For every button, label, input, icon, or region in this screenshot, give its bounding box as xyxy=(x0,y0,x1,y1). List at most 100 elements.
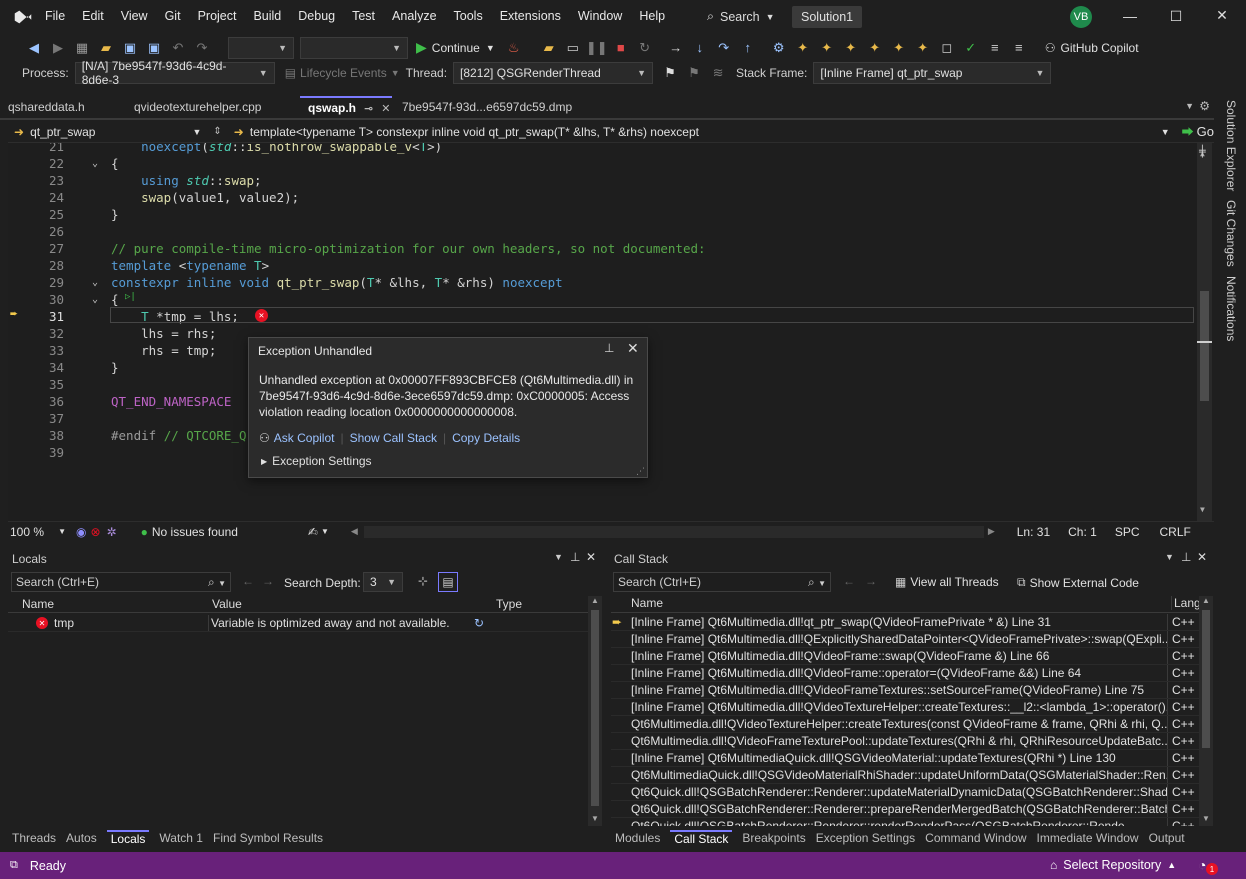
menu-edit[interactable]: Edit xyxy=(82,9,104,23)
notifications-bell-icon[interactable]: ◔ 1 xyxy=(1198,857,1218,875)
table-row[interactable]: [Inline Frame] Qt6Multimedia.dll!QVideoT… xyxy=(611,699,1199,716)
indent-mode[interactable]: SPC xyxy=(1115,525,1140,539)
table-row[interactable]: Qt6Quick.dll!QSGBatchRenderer::Renderer:… xyxy=(611,801,1199,818)
resize-grip-icon[interactable]: ⋰ xyxy=(636,466,645,477)
code-line[interactable]: 30 ⌄ { xyxy=(8,291,1198,308)
parallel-stacks-icon[interactable]: ✦ xyxy=(866,39,884,57)
memory-icon[interactable]: ✦ xyxy=(818,39,836,57)
watch-icon[interactable]: ✦ xyxy=(890,39,908,57)
avatar[interactable]: VB xyxy=(1070,6,1092,28)
tab-call-stack[interactable]: Call Stack xyxy=(670,830,733,846)
code-line[interactable]: 25} xyxy=(8,206,1198,223)
lifecycle-events-button[interactable]: ▤ Lifecycle Events ▼ xyxy=(285,66,400,80)
pause-icon[interactable]: ❚❚ xyxy=(586,39,608,57)
forward-icon[interactable]: ▶ xyxy=(49,39,67,57)
threads-toggle-icon[interactable]: ≋ xyxy=(709,64,727,82)
refresh-icon[interactable]: ↻ xyxy=(474,615,484,631)
locals-search-input[interactable]: Search (Ctrl+E) ⌕ ▼ xyxy=(11,572,231,592)
tab-autos[interactable]: Autos xyxy=(66,831,97,845)
line-number[interactable]: Ln: 31 xyxy=(1017,525,1050,539)
tab-modules[interactable]: Modules xyxy=(615,831,660,845)
show-next-statement-icon[interactable]: → xyxy=(667,39,685,57)
pin-icon[interactable]: ⊥ xyxy=(1181,550,1191,564)
tab-qswap[interactable]: qswap.h ⊸ ✕ xyxy=(300,96,392,118)
copy-details-link[interactable]: Copy Details xyxy=(452,431,520,445)
platform-combo[interactable]: ▼ xyxy=(300,36,408,59)
minimize-icon[interactable]: — xyxy=(1107,8,1153,24)
member-dropdown[interactable]: template<typename T> constexpr inline vo… xyxy=(250,125,1176,139)
menu-extensions[interactable]: Extensions xyxy=(500,9,561,23)
run-to-here-icon[interactable]: ▷| xyxy=(125,292,136,302)
pin-watch-icon[interactable]: ⊹ xyxy=(418,574,428,588)
format-icon[interactable]: ≡ xyxy=(986,39,1004,57)
menu-help[interactable]: Help xyxy=(639,9,665,23)
menu-build[interactable]: Build xyxy=(253,9,281,23)
call-stack-scrollbar[interactable]: ▲ ▼ xyxy=(1199,596,1213,826)
tab-watch-1[interactable]: Watch 1 xyxy=(159,831,203,845)
flag-icon[interactable]: ⚑ xyxy=(661,64,679,82)
table-row[interactable]: Qt6Quick.dll!QSGBatchRenderer::Renderer:… xyxy=(611,784,1199,801)
tab-exception-settings[interactable]: Exception Settings xyxy=(816,831,915,845)
table-row[interactable]: Qt6Multimedia.dll!QVideoTextureHelper::c… xyxy=(611,716,1199,733)
pin-icon[interactable]: ⊥ xyxy=(570,550,580,564)
editor-vertical-scrollbar[interactable]: ▲ ╪ ▼ xyxy=(1197,143,1212,521)
scope-dropdown[interactable]: qt_ptr_swap ▼ xyxy=(30,125,207,139)
side-tab-git-changes[interactable]: Git Changes xyxy=(1224,200,1238,267)
table-row[interactable]: Qt6MultimediaQuick.dll!QSGVideoMaterialR… xyxy=(611,767,1199,784)
step-over-icon[interactable]: ↷ xyxy=(715,39,733,57)
panel-menu-icon[interactable]: ▼ xyxy=(554,552,563,562)
code-line[interactable]: 27 // pure compile-time micro-optimizatio… xyxy=(8,240,1198,257)
go-button[interactable]: ⮕ Go xyxy=(1182,123,1214,140)
stack-frame-combo[interactable]: [Inline Frame] qt_ptr_swap ▼ xyxy=(813,62,1052,84)
save-icon[interactable]: ▣ xyxy=(121,39,139,57)
close-panel-icon[interactable]: ✕ xyxy=(586,550,596,564)
menu-test[interactable]: Test xyxy=(352,9,375,23)
indent-icon[interactable]: ≡ xyxy=(1010,39,1028,57)
continue-button[interactable]: ▶ Continue ▼ xyxy=(416,39,495,56)
close-panel-icon[interactable]: ✕ xyxy=(1197,550,1207,564)
menu-view[interactable]: View xyxy=(121,9,148,23)
menu-file[interactable]: File xyxy=(45,9,65,23)
hot-reload-icon[interactable]: ♨ xyxy=(505,39,523,57)
tab-locals[interactable]: Locals xyxy=(106,830,150,846)
pin-icon[interactable]: ⊸ xyxy=(364,102,373,115)
view-hex-icon[interactable]: ▤ xyxy=(438,572,458,592)
breakpoint-tools-icon[interactable]: ✦ xyxy=(794,39,812,57)
stop-icon[interactable]: ■ xyxy=(612,39,630,57)
menu-tools[interactable]: Tools xyxy=(454,9,483,23)
table-row[interactable]: [Inline Frame] Qt6MultimediaQuick.dll!QS… xyxy=(611,750,1199,767)
fold-icon[interactable]: ⌄ xyxy=(92,274,98,291)
comment-icon[interactable]: ◻ xyxy=(938,39,956,57)
bug-icon[interactable]: ✲ xyxy=(107,525,117,539)
menu-debug[interactable]: Debug xyxy=(298,9,335,23)
select-repository-button[interactable]: ⌂ Select Repository ▲ xyxy=(1050,858,1176,872)
threads-icon[interactable]: ✦ xyxy=(842,39,860,57)
window-icon[interactable]: ▭ xyxy=(564,39,582,57)
save-all-icon[interactable]: ▣ xyxy=(145,39,163,57)
configuration-combo[interactable]: ▼ xyxy=(228,36,294,59)
panel-menu-icon[interactable]: ▼ xyxy=(1165,552,1174,562)
tab-qvideotexturehelper[interactable]: qvideotexturehelper.cpp xyxy=(126,96,298,118)
editor-horizontal-scrollbar[interactable] xyxy=(363,525,984,538)
git-icon[interactable]: ◉ xyxy=(76,525,86,539)
diagnostic-icon[interactable]: ⚙ xyxy=(770,39,788,57)
side-tab-notifications[interactable]: Notifications xyxy=(1224,276,1238,341)
thread-combo[interactable]: [8212] QSGRenderThread ▼ xyxy=(453,62,654,84)
github-copilot-button[interactable]: ⚇ GitHub Copilot xyxy=(1045,41,1139,55)
zoom-dropdown[interactable]: 100 % ▼ xyxy=(8,525,66,539)
settings-icon[interactable]: ⚙ xyxy=(1199,99,1210,113)
column-type[interactable]: Type xyxy=(496,597,522,611)
code-line[interactable]: 24 swap(value1, value2); xyxy=(8,189,1198,206)
split-icon[interactable]: ⇕ xyxy=(213,126,221,137)
menu-git[interactable]: Git xyxy=(165,9,181,23)
column-value[interactable]: Value xyxy=(212,597,242,611)
show-external-code-button[interactable]: ⧉ Show External Code xyxy=(1017,575,1139,590)
tab-breakpoints[interactable]: Breakpoints xyxy=(742,831,805,845)
modules-icon[interactable]: ✦ xyxy=(914,39,932,57)
table-row[interactable]: [Inline Frame] Qt6Multimedia.dll!QVideoF… xyxy=(611,682,1199,699)
code-line[interactable]: 29 ⌄ constexpr inline void qt_ptr_swap(T* … xyxy=(8,274,1198,291)
table-row[interactable]: [Inline Frame] Qt6Multimedia.dll!QExplic… xyxy=(611,631,1199,648)
column-name[interactable]: Name xyxy=(631,596,663,610)
search-depth-combo[interactable]: 3 ▼ xyxy=(363,572,403,592)
table-row[interactable]: [Inline Frame] Qt6Multimedia.dll!qt_ptr_… xyxy=(611,614,1199,631)
